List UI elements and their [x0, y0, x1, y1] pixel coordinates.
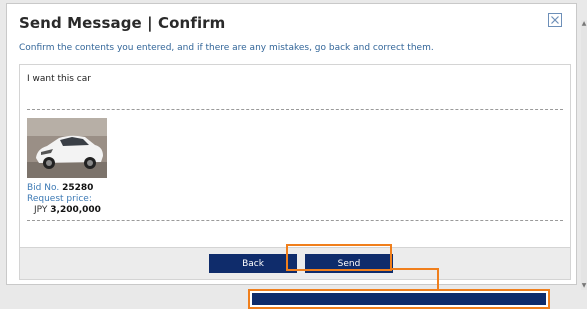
dialog-title: Send Message | Confirm	[19, 14, 226, 32]
car-photo	[27, 118, 107, 178]
price-label: Request price:	[27, 194, 92, 204]
scroll-down-icon[interactable]: ▼	[581, 282, 587, 290]
back-button[interactable]: Back	[209, 254, 297, 273]
divider	[27, 109, 563, 110]
close-icon[interactable]	[548, 12, 562, 27]
scroll-up-icon[interactable]: ▲	[581, 20, 587, 28]
divider	[27, 220, 563, 221]
annotation-connector	[392, 268, 439, 270]
bid-label: Bid No.	[27, 183, 60, 193]
callout-bar	[252, 293, 546, 305]
message-preview: I want this car Bid No. 25280 Request pr…	[19, 64, 571, 248]
request-price: JPY 3,200,000	[34, 205, 101, 216]
dialog-subtitle: Confirm the contents you entered, and if…	[19, 43, 434, 53]
bid-number: Bid No. 25280	[27, 183, 93, 194]
send-highlight-annotation	[286, 244, 392, 271]
annotation-callout	[248, 289, 550, 309]
currency: JPY	[34, 205, 48, 215]
message-text: I want this car	[27, 74, 91, 84]
price-value: 3,200,000	[50, 205, 101, 215]
request-price-label: Request price:	[27, 194, 92, 205]
bid-value: 25280	[62, 183, 94, 193]
confirm-dialog: Send Message | Confirm Confirm the conte…	[6, 3, 577, 285]
scrollbar[interactable]: ▲ ▼	[581, 20, 587, 290]
